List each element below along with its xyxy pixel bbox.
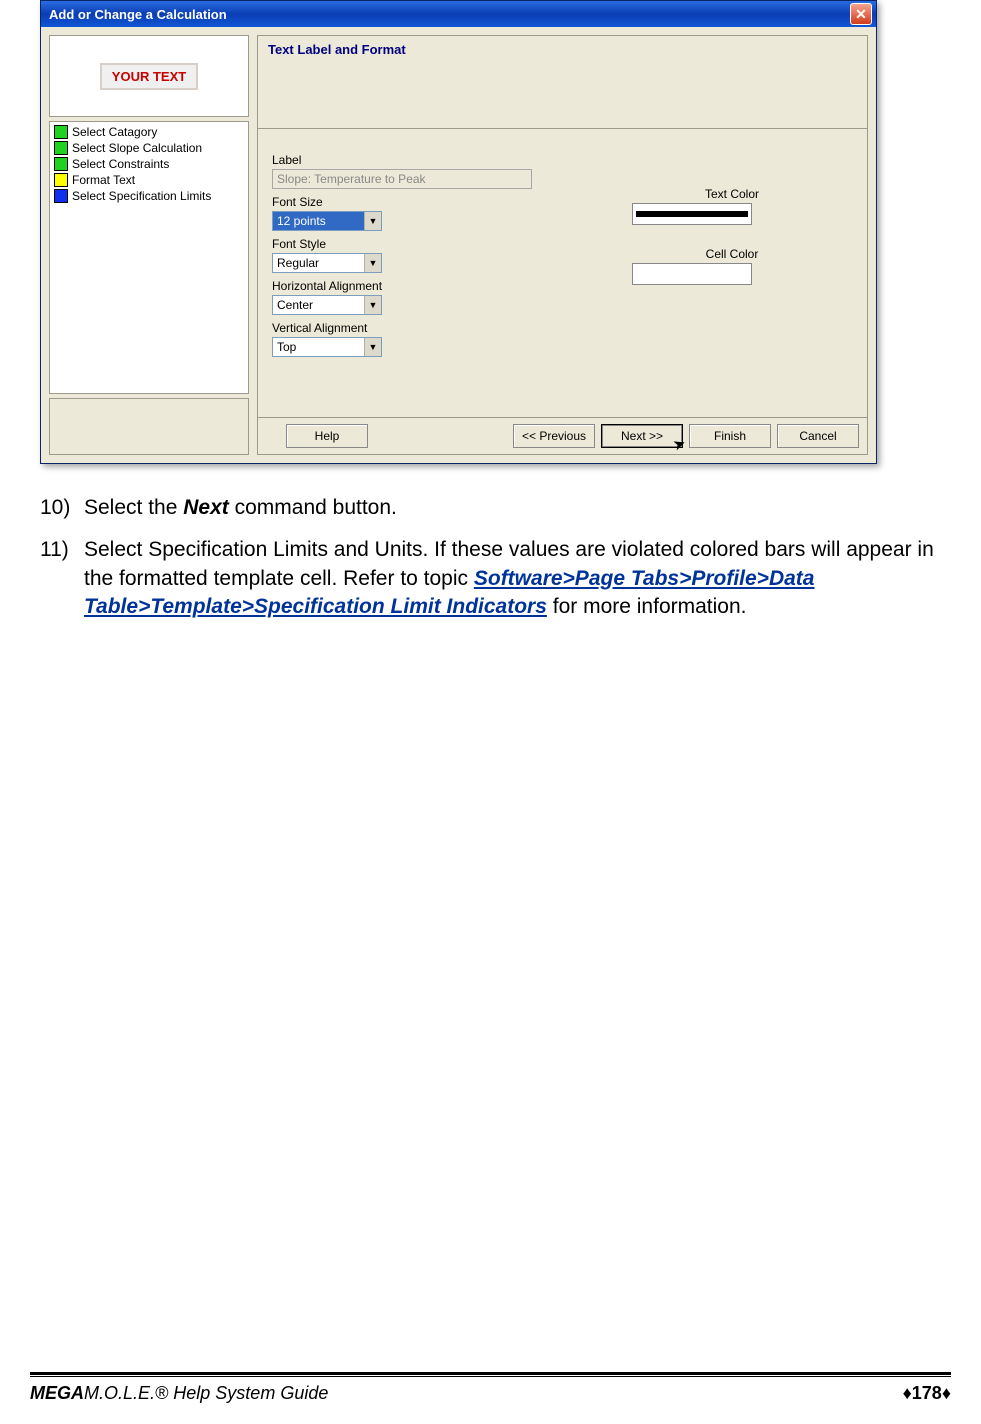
page-number: ♦178♦ — [903, 1383, 951, 1404]
status-icon — [54, 141, 68, 155]
step-select-slope[interactable]: Select Slope Calculation — [52, 140, 246, 156]
footer-title: MEGAM.O.L.E.® Help System Guide — [30, 1383, 328, 1404]
wizard-buttons: Help << Previous Next >> ➤ Finish Cancel — [257, 417, 868, 455]
preview-text: YOUR TEXT — [100, 63, 198, 90]
step-label: Select Slope Calculation — [72, 141, 202, 155]
combo-value: Regular — [277, 256, 319, 270]
previous-button[interactable]: << Previous — [513, 424, 595, 448]
fontsize-lbl: Font Size — [272, 195, 552, 209]
step-label: Select Catagory — [72, 125, 157, 139]
cellcolor-picker[interactable] — [632, 263, 752, 285]
status-icon — [54, 189, 68, 203]
status-icon — [54, 157, 68, 171]
close-icon[interactable]: ✕ — [850, 3, 872, 25]
step-select-category[interactable]: Select Catagory — [52, 124, 246, 140]
combo-value: Top — [277, 340, 296, 354]
chevron-down-icon: ▼ — [364, 338, 381, 356]
chevron-down-icon: ▼ — [364, 254, 381, 272]
page-footer: MEGAM.O.L.E.® Help System Guide ♦178♦ — [30, 1372, 951, 1404]
step-spec-limits[interactable]: Select Specification Limits — [52, 188, 246, 204]
step-11: 11) Select Specification Limits and Unit… — [40, 536, 941, 621]
fontstyle-lbl: Font Style — [272, 237, 552, 251]
label-lbl: Label — [272, 153, 552, 167]
dialog-window: Add or Change a Calculation ✕ YOUR TEXT … — [40, 0, 877, 464]
step-number: 11) — [40, 536, 69, 564]
fontstyle-combo[interactable]: Regular ▼ — [272, 253, 382, 273]
combo-value: 12 points — [277, 214, 326, 228]
chevron-down-icon: ▼ — [364, 212, 381, 230]
cellcolor-lbl: Cell Color — [632, 247, 832, 261]
textcolor-lbl: Text Color — [632, 187, 832, 201]
preview-box: YOUR TEXT — [49, 35, 249, 117]
label-input[interactable] — [272, 169, 532, 189]
section-title: Text Label and Format — [257, 35, 868, 128]
step-label: Format Text — [72, 173, 135, 187]
status-icon — [54, 125, 68, 139]
cursor-icon: ➤ — [671, 433, 689, 454]
info-box — [49, 398, 249, 455]
color-swatch-inner — [636, 271, 748, 277]
help-button[interactable]: Help — [286, 424, 368, 448]
next-button[interactable]: Next >> ➤ — [601, 424, 683, 448]
step-number: 10) — [40, 494, 70, 522]
status-icon — [54, 173, 68, 187]
color-swatch-inner — [636, 211, 748, 217]
valign-combo[interactable]: Top ▼ — [272, 337, 382, 357]
form-area: Label Font Size 12 points ▼ Font Style R… — [257, 128, 868, 417]
step-label: Select Constraints — [72, 157, 169, 171]
halign-lbl: Horizontal Alignment — [272, 279, 552, 293]
chevron-down-icon: ▼ — [364, 296, 381, 314]
step-10: 10) Select the Next command button. — [40, 494, 941, 522]
window-title: Add or Change a Calculation — [49, 7, 227, 22]
valign-lbl: Vertical Alignment — [272, 321, 552, 335]
textcolor-picker[interactable] — [632, 203, 752, 225]
fontsize-combo[interactable]: 12 points ▼ — [272, 211, 382, 231]
step-select-constraints[interactable]: Select Constraints — [52, 156, 246, 172]
titlebar: Add or Change a Calculation ✕ — [41, 1, 876, 27]
wizard-steps[interactable]: Select Catagory Select Slope Calculation… — [49, 121, 249, 394]
step-label: Select Specification Limits — [72, 189, 211, 203]
halign-combo[interactable]: Center ▼ — [272, 295, 382, 315]
combo-value: Center — [277, 298, 313, 312]
cancel-button[interactable]: Cancel — [777, 424, 859, 448]
step-format-text[interactable]: Format Text — [52, 172, 246, 188]
instruction-text: 10) Select the Next command button. 11) … — [40, 494, 941, 621]
finish-button[interactable]: Finish — [689, 424, 771, 448]
